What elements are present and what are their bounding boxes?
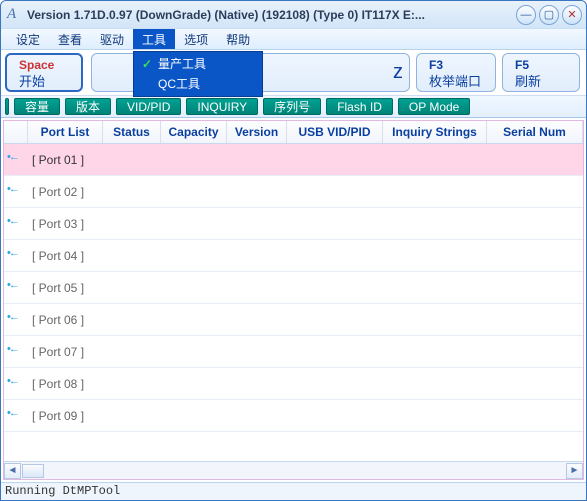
status-bar: Running DtMPTool	[1, 482, 586, 500]
table-row[interactable]: [ Port 06 ]	[4, 304, 583, 336]
menu-bar: 设定 查看 驱动 工具 ✓ 量产工具 QC工具 选项 帮助	[1, 28, 586, 50]
action-space-label: 开始	[19, 73, 67, 90]
menu-help[interactable]: 帮助	[217, 29, 259, 49]
table-body: [ Port 01 ] [ Port 02 ] [ Port 03 ] [ Port …	[4, 144, 583, 461]
tab-capacity[interactable]: 容量	[14, 98, 60, 115]
window-buttons: — ▢ ✕	[516, 5, 582, 25]
action-space[interactable]: Space 开始	[5, 53, 83, 92]
col-serial[interactable]: Serial Num	[487, 121, 583, 143]
port-cell: [ Port 05 ]	[28, 281, 568, 295]
filter-tab-strip: 容量 版本 VID/PID INQUIRY 序列号 Flash ID OP Mo…	[1, 96, 586, 118]
port-cell: [ Port 04 ]	[28, 249, 568, 263]
dropdown-item-label: 量产工具	[158, 53, 250, 75]
usb-icon	[4, 251, 28, 261]
usb-icon	[4, 283, 28, 293]
action-refresh[interactable]: F5 刷新	[502, 53, 580, 92]
usb-icon	[4, 155, 28, 165]
tab-vidpid[interactable]: VID/PID	[116, 98, 181, 115]
col-icon[interactable]	[4, 121, 28, 143]
action-f3-key: F3	[429, 58, 481, 73]
menu-tools[interactable]: 工具 ✓ 量产工具 QC工具	[133, 29, 175, 49]
table-row[interactable]: [ Port 01 ]	[4, 144, 583, 176]
usb-icon	[4, 379, 28, 389]
action-enum-ports[interactable]: F3 枚举端口	[416, 53, 496, 92]
table-header: Port List Status Capacity Version USB VI…	[4, 121, 583, 144]
table-row[interactable]: [ Port 02 ]	[4, 176, 583, 208]
horizontal-scrollbar[interactable]: ◄ ►	[4, 461, 583, 479]
scroll-thumb[interactable]	[22, 464, 44, 478]
port-cell: [ Port 08 ]	[28, 377, 568, 391]
minimize-button[interactable]: —	[516, 5, 536, 25]
tab-inquiry[interactable]: INQUIRY	[186, 98, 258, 115]
app-icon: A	[7, 7, 23, 23]
action-f5-key: F5	[515, 58, 565, 73]
col-capacity[interactable]: Capacity	[161, 121, 227, 143]
dropdown-item-label: QC工具	[158, 73, 250, 95]
table-row[interactable]: [ Port 03 ]	[4, 208, 583, 240]
spacer-z-icon: z	[393, 61, 403, 84]
menu-driver[interactable]: 驱动	[91, 29, 133, 49]
menu-settings[interactable]: 设定	[7, 29, 49, 49]
tab-flashid[interactable]: Flash ID	[326, 98, 393, 115]
menu-tools-label: 工具	[142, 33, 166, 47]
scroll-left-button[interactable]: ◄	[4, 463, 21, 479]
action-space-key: Space	[19, 58, 67, 73]
dropdown-item-mp[interactable]: ✓ 量产工具	[136, 54, 260, 74]
menu-view[interactable]: 查看	[49, 29, 91, 49]
strip-leading	[5, 98, 9, 115]
tab-serial[interactable]: 序列号	[263, 98, 321, 115]
scroll-right-button[interactable]: ►	[566, 463, 583, 479]
close-button[interactable]: ✕	[562, 5, 582, 25]
menu-options[interactable]: 选项	[175, 29, 217, 49]
tools-dropdown: ✓ 量产工具 QC工具	[133, 51, 263, 97]
table-row[interactable]: [ Port 04 ]	[4, 240, 583, 272]
usb-icon	[4, 411, 28, 421]
action-bar: Space 开始 z F3 枚举端口 F5 刷新	[1, 50, 586, 96]
col-portlist[interactable]: Port List	[28, 121, 103, 143]
port-cell: [ Port 03 ]	[28, 217, 568, 231]
usb-icon	[4, 219, 28, 229]
tab-opmode[interactable]: OP Mode	[398, 98, 470, 115]
usb-icon	[4, 315, 28, 325]
tab-version[interactable]: 版本	[65, 98, 111, 115]
col-version[interactable]: Version	[227, 121, 287, 143]
action-f3-label: 枚举端口	[429, 73, 481, 90]
port-cell: [ Port 07 ]	[28, 345, 568, 359]
action-f5-label: 刷新	[515, 73, 565, 90]
port-cell: [ Port 09 ]	[28, 409, 568, 423]
port-cell: [ Port 06 ]	[28, 313, 568, 327]
col-status[interactable]: Status	[103, 121, 161, 143]
port-cell: [ Port 02 ]	[28, 185, 568, 199]
table-row[interactable]: [ Port 07 ]	[4, 336, 583, 368]
table-row[interactable]: [ Port 08 ]	[4, 368, 583, 400]
maximize-button[interactable]: ▢	[539, 5, 559, 25]
table-row[interactable]: [ Port 09 ]	[4, 400, 583, 432]
col-inquiry[interactable]: Inquiry Strings	[383, 121, 487, 143]
title-bar: A Version 1.71D.0.97 (DownGrade) (Native…	[1, 1, 586, 28]
usb-icon	[4, 187, 28, 197]
port-cell: [ Port 01 ]	[28, 153, 568, 167]
port-table: Port List Status Capacity Version USB VI…	[3, 120, 584, 480]
table-row[interactable]: [ Port 05 ]	[4, 272, 583, 304]
usb-icon	[4, 347, 28, 357]
check-icon: ✓	[136, 53, 158, 75]
window-title: Version 1.71D.0.97 (DownGrade) (Native) …	[27, 8, 516, 22]
dropdown-item-qc[interactable]: QC工具	[136, 74, 260, 94]
col-vidpid[interactable]: USB VID/PID	[287, 121, 383, 143]
